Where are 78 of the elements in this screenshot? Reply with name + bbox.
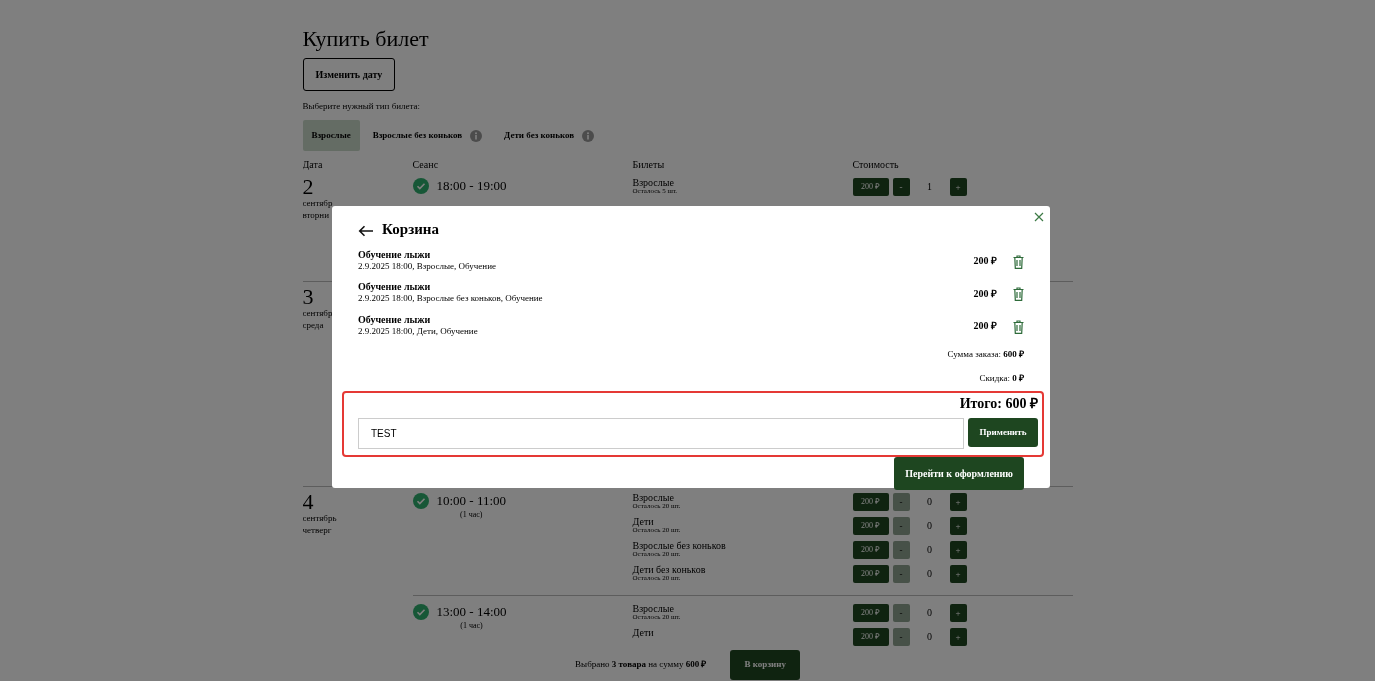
price-tag: 200 ₽ — [852, 541, 889, 560]
quantity-text: 0 — [926, 567, 933, 582]
month-text: сентябр — [302, 198, 333, 211]
discount-text: Скидка: 0 ₽ — [978, 371, 1024, 385]
ticket-name: Взрослые — [632, 604, 674, 615]
plus-button[interactable]: + — [949, 178, 967, 197]
quantity-text: 0 — [926, 606, 933, 621]
day-number: 3 — [302, 286, 314, 309]
plus-button[interactable]: + — [949, 628, 967, 647]
item-name: Обучение лыжи — [358, 281, 432, 292]
ticket-type-tab[interactable]: Дети без коньков — [495, 119, 604, 152]
quantity-text: 0 — [926, 543, 933, 558]
quantity-text: 0 — [926, 630, 933, 645]
quantity-text: 0 — [926, 519, 933, 534]
column-header: Билеты — [632, 159, 665, 171]
quantity-text: 1 — [926, 180, 933, 195]
session-time: 10:00 - 11:00 — [436, 493, 507, 509]
coupon-field[interactable]: TEST — [358, 418, 964, 449]
delete-icon[interactable] — [1013, 252, 1024, 269]
subtotal-text: Сумма заказа: 600 ₽ — [946, 348, 1024, 361]
ticket-name: Дети без коньков — [632, 565, 706, 576]
price-tag: 200 ₽ — [852, 565, 889, 584]
weekday-text: вторни — [302, 210, 329, 222]
ticket-name: Взрослые без коньков — [632, 541, 726, 552]
session-time: 18:00 - 19:00 — [436, 178, 507, 194]
total-text: Итого: 600 ₽ — [958, 395, 1038, 413]
delete-icon[interactable] — [1013, 317, 1024, 334]
column-header: Дата — [302, 159, 323, 171]
plus-button[interactable]: + — [949, 565, 967, 584]
item-name: Обучение лыжи — [358, 313, 432, 325]
check-icon — [412, 493, 429, 510]
selection-summary: Выбрано 3 товара на сумму 600 ₽ — [575, 658, 707, 672]
item-price: 200 ₽ — [973, 254, 997, 269]
ticket-name: Дети — [632, 628, 654, 639]
cart-button[interactable]: В корзину — [730, 650, 800, 680]
instruction-text: Выберите нужный тип билета: — [302, 100, 422, 114]
ticket-type-tab[interactable]: Взрослые без коньков — [363, 119, 492, 152]
item-details: 2.9.2025 18:00, Взрослые, Обучение — [358, 260, 497, 273]
item-details: 2.9.2025 18:00, Дети, Обучение — [358, 325, 479, 338]
day-number: 2 — [302, 176, 314, 199]
delete-icon[interactable] — [1013, 285, 1024, 302]
price-tag: 200 ₽ — [852, 178, 889, 197]
price-tag: 200 ₽ — [852, 628, 889, 647]
item-details: 2.9.2025 18:00, Взрослые без коньков, Обучение — [358, 292, 544, 305]
check-icon — [412, 604, 429, 621]
ticket-name: Взрослые — [632, 178, 674, 189]
page-title: Купить билет — [302, 26, 430, 53]
column-header: Сеанс — [412, 159, 439, 171]
cart-title: Корзина — [382, 220, 439, 239]
month-text: сентябрь — [302, 513, 337, 526]
month-text: сентябр — [302, 308, 333, 321]
plus-button[interactable]: + — [949, 517, 967, 536]
price-tag: 200 ₽ — [852, 604, 889, 623]
ticket-name: Взрослые — [632, 493, 674, 504]
session-duration: (1 час) — [460, 620, 483, 632]
quantity-text: 0 — [926, 495, 933, 510]
item-name: Обучение лыжи — [358, 248, 432, 260]
weekday-text: среда — [302, 320, 324, 332]
checkout-button[interactable]: Перейти к оформлению — [894, 457, 1024, 490]
close-icon[interactable] — [1034, 212, 1044, 222]
plus-button[interactable]: + — [949, 541, 967, 560]
ticket-name: Дети — [632, 517, 654, 528]
price-tag: 200 ₽ — [852, 517, 889, 536]
item-price: 200 ₽ — [973, 319, 997, 334]
plus-button[interactable]: + — [949, 493, 967, 512]
item-price: 200 ₽ — [973, 286, 997, 301]
weekday-text: четверг — [302, 525, 332, 537]
session-duration: (1 час) — [460, 509, 483, 521]
plus-button[interactable]: + — [949, 604, 967, 623]
check-icon — [412, 178, 429, 195]
column-header: Стоимость — [852, 159, 899, 171]
price-tag: 200 ₽ — [852, 493, 889, 512]
apply-button[interactable]: Применить — [968, 418, 1038, 447]
session-time: 13:00 - 14:00 — [436, 604, 507, 620]
ticket-type-tab[interactable]: Взрослые — [302, 119, 360, 152]
change-date-button[interactable]: Изменить дату — [302, 58, 396, 92]
day-number: 4 — [302, 491, 314, 514]
minus-button[interactable]: - — [892, 178, 910, 197]
